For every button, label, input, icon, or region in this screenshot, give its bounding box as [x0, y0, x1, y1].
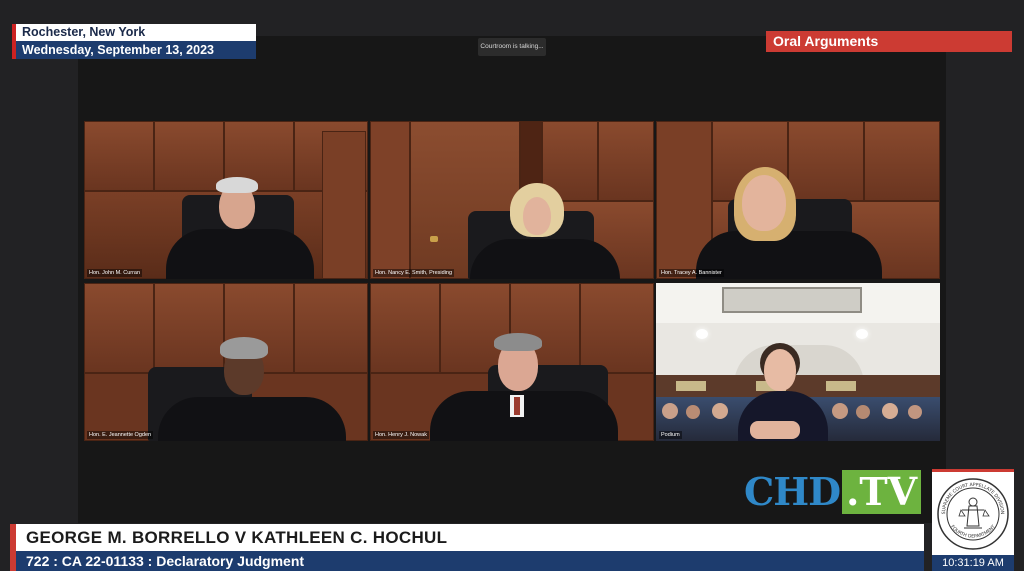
- court-seal-box: SUPREME COURT APPELLATE DIVISION FOURTH …: [932, 469, 1014, 555]
- video-tile-podium[interactable]: Podium: [656, 283, 940, 441]
- participant-name: Hon. Henry J. Nowak: [373, 431, 429, 439]
- case-subtitle: 722 : CA 22-01133 : Declaratory Judgment: [10, 551, 924, 571]
- participant-name: Hon. Nancy E. Smith, Presiding: [373, 269, 455, 277]
- participant-name: Hon. Tracey A. Bannister: [659, 269, 724, 277]
- court-seal-icon: SUPREME COURT APPELLATE DIVISION FOURTH …: [937, 478, 1009, 550]
- chd-logo-suffix: .TV: [842, 470, 922, 514]
- chd-tv-logo: CHD .TV: [744, 469, 922, 514]
- speaking-indicator: Courtroom is talking...: [478, 38, 546, 56]
- location-date: Wednesday, September 13, 2023: [12, 41, 256, 59]
- location-city: Rochester, New York: [12, 24, 256, 41]
- participant-name: Hon. John M. Curran: [87, 269, 143, 277]
- video-grid-background: [78, 36, 946, 523]
- chd-logo-text: CHD: [744, 469, 841, 514]
- video-tile-smith[interactable]: Hon. Nancy E. Smith, Presiding: [370, 121, 654, 279]
- video-stage: Rochester, New York Wednesday, September…: [0, 0, 1024, 571]
- video-tile-nowak[interactable]: Hon. Henry J. Nowak: [370, 283, 654, 441]
- video-tile-ogden[interactable]: Hon. E. Jeannette Ogden: [84, 283, 368, 441]
- clock: 10:31:19 AM: [932, 555, 1014, 571]
- location-overlay: Rochester, New York Wednesday, September…: [12, 24, 256, 59]
- video-tile-bannister[interactable]: Hon. Tracey A. Bannister: [656, 121, 940, 279]
- oral-arguments-banner: Oral Arguments: [766, 31, 1012, 52]
- case-title: GEORGE M. BORRELLO V KATHLEEN C. HOCHUL: [10, 524, 924, 551]
- participant-name: Hon. E. Jeannette Ogden: [87, 431, 154, 439]
- participant-name: Podium: [659, 431, 682, 439]
- video-tile-curran[interactable]: Hon. John M. Curran: [84, 121, 368, 279]
